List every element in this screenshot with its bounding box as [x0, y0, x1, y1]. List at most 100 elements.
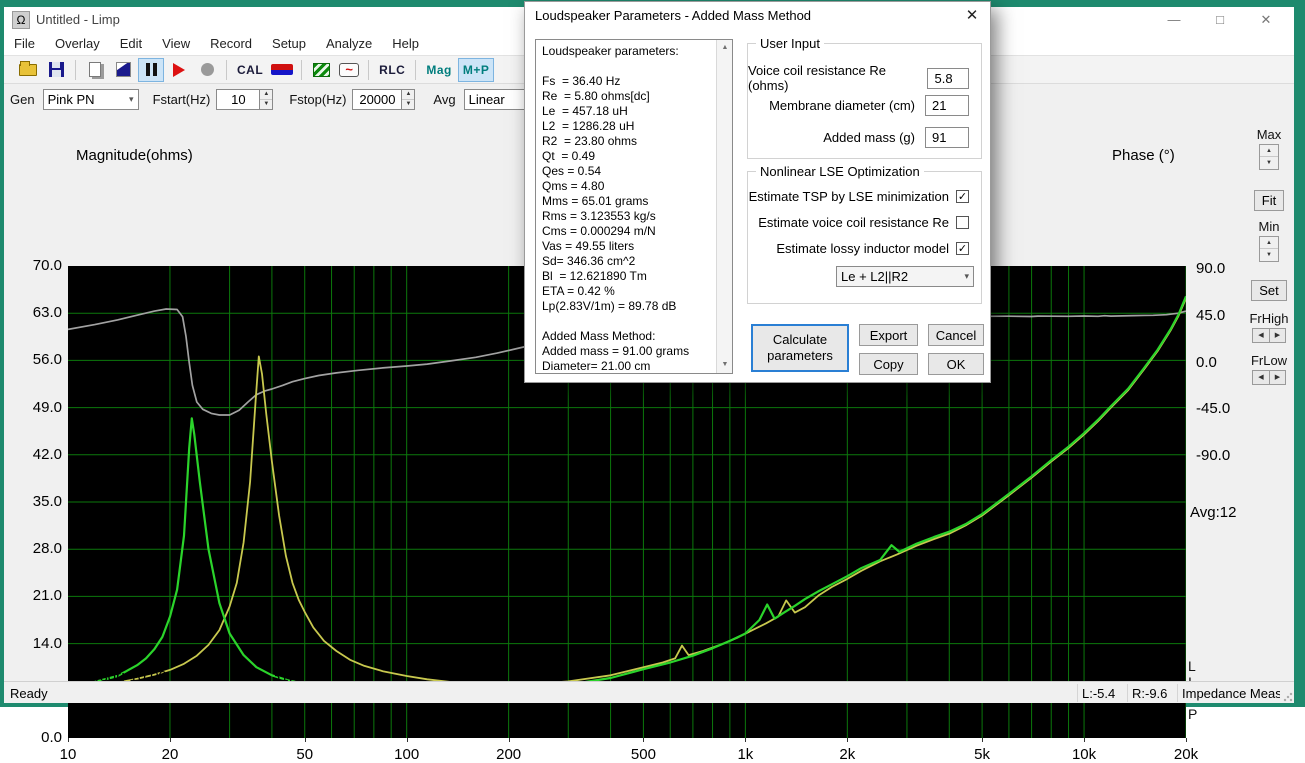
copy-button-dialog[interactable]: Copy [859, 353, 918, 375]
overlay-button[interactable] [110, 58, 136, 82]
calibrate-button[interactable]: CAL [233, 58, 267, 82]
rlc-button[interactable]: RLC [375, 58, 409, 82]
ok-button[interactable]: OK [928, 353, 984, 375]
magnitude-axis-title: Magnitude(ohms) [76, 147, 193, 164]
user-input-legend: User Input [756, 36, 824, 51]
avg-readout: Avg:12 [1190, 504, 1236, 521]
fstart-stepper[interactable]: ▲▼ [260, 89, 273, 110]
x-tickmark [745, 738, 746, 742]
menu-item-file[interactable]: File [4, 33, 45, 55]
frhigh-label: FrHigh [1249, 311, 1288, 326]
record-button[interactable] [194, 58, 220, 82]
maximize-button[interactable]: □ [1198, 7, 1242, 33]
magnitude-tick: 35.0 [16, 493, 62, 510]
pause-icon [146, 63, 157, 76]
right-arrow-icon[interactable]: ▶ [1269, 370, 1286, 385]
dialog-title-bar[interactable]: Loudspeaker Parameters - Added Mass Meth… [525, 2, 990, 29]
left-arrow-icon[interactable]: ◀ [1252, 370, 1269, 385]
chevron-down-icon: ▾ [964, 271, 969, 282]
menu-item-overlay[interactable]: Overlay [45, 33, 110, 55]
set-button[interactable]: Set [1251, 280, 1287, 301]
dialog-close-button[interactable]: ✕ [962, 6, 982, 26]
menu-item-view[interactable]: View [152, 33, 200, 55]
frequency-tick: 2k [819, 746, 875, 763]
x-tickmark [982, 738, 983, 742]
max-stepper[interactable]: ▲ ▼ [1259, 144, 1279, 170]
save-icon [49, 62, 64, 77]
menu-item-edit[interactable]: Edit [110, 33, 152, 55]
toolbar-separator [75, 60, 76, 80]
color-scale-button[interactable] [269, 58, 295, 82]
down-arrow-icon[interactable]: ▼ [1260, 249, 1278, 261]
export-button[interactable]: Export [859, 324, 918, 346]
re-input[interactable]: 5.8 [927, 68, 969, 89]
toolbar-separator [368, 60, 369, 80]
added-mass-row: Added mass (g) 91 [823, 127, 969, 148]
scroll-down-icon[interactable]: ▼ [717, 357, 733, 373]
frequency-tick: 10 [40, 746, 96, 763]
up-arrow-icon: ▲ [260, 90, 272, 100]
down-arrow-icon: ▼ [260, 100, 272, 109]
record-icon [201, 63, 214, 76]
diameter-label: Membrane diameter (cm) [769, 98, 915, 113]
start-button[interactable] [166, 58, 192, 82]
scrollbar[interactable]: ▲ ▼ [716, 40, 732, 373]
menu-item-analyze[interactable]: Analyze [316, 33, 382, 55]
magnitude-tick: 56.0 [16, 351, 62, 368]
frequency-tick: 5k [954, 746, 1010, 763]
estimate-tsp-checkbox[interactable]: ✓ [956, 190, 969, 203]
estimate-inductor-row: Estimate lossy inductor model ✓ [776, 241, 969, 256]
overlay-icon [116, 62, 131, 77]
open-button[interactable] [15, 58, 41, 82]
up-arrow-icon[interactable]: ▲ [1260, 145, 1278, 157]
frequency-tick: 10k [1056, 746, 1112, 763]
dialog-title: Loudspeaker Parameters - Added Mass Meth… [535, 8, 811, 23]
fit-button[interactable]: Fit [1254, 190, 1284, 211]
estimate-re-checkbox[interactable] [956, 216, 969, 229]
phase-tick: 90.0 [1196, 260, 1246, 277]
right-arrow-icon[interactable]: ▶ [1269, 328, 1286, 343]
fstop-input[interactable]: 20000 [352, 89, 402, 110]
added-mass-input[interactable]: 91 [925, 127, 969, 148]
cancel-button[interactable]: Cancel [928, 324, 984, 346]
down-arrow-icon[interactable]: ▼ [1260, 157, 1278, 169]
diameter-input[interactable]: 21 [925, 95, 969, 116]
inductor-model-select[interactable]: Le + L2||R2 ▾ [836, 266, 974, 287]
estimate-inductor-checkbox[interactable]: ✓ [956, 242, 969, 255]
left-arrow-icon[interactable]: ◀ [1252, 328, 1269, 343]
mag-phase-view-button[interactable]: M+P [458, 58, 495, 82]
resize-grip[interactable] [1283, 692, 1293, 702]
fstop-stepper[interactable]: ▲▼ [402, 89, 415, 110]
frlow-stepper[interactable]: ◀ ▶ [1252, 370, 1286, 385]
mag-view-button[interactable]: Mag [422, 58, 456, 82]
re-label: Voice coil resistance Re (ohms) [748, 63, 917, 93]
generator-type-select[interactable]: Pink PN ▾ [43, 89, 139, 110]
magnitude-tick: 63.0 [16, 304, 62, 321]
generator-type-value: Pink PN [48, 92, 95, 107]
save-button[interactable] [43, 58, 69, 82]
generator-button[interactable]: ~ [336, 58, 362, 82]
scroll-up-icon[interactable]: ▲ [717, 40, 733, 56]
close-button[interactable]: ✕ [1244, 7, 1288, 33]
phase-axis-title: Phase (°) [1112, 147, 1175, 164]
min-stepper[interactable]: ▲ ▼ [1259, 236, 1279, 262]
calculate-parameters-button[interactable]: Calculate parameters [751, 324, 849, 372]
scale-controls: Max ▲ ▼ Fit Min ▲ ▼ Set FrHigh ◀ ▶ FrLow… [1246, 127, 1292, 385]
menu-item-record[interactable]: Record [200, 33, 262, 55]
fstart-input[interactable]: 10 [216, 89, 260, 110]
minimize-button[interactable]: — [1152, 7, 1196, 33]
chevron-down-icon: ▾ [129, 94, 134, 105]
x-tickmark [1186, 738, 1187, 742]
copy-button[interactable] [82, 58, 108, 82]
frhigh-stepper[interactable]: ◀ ▶ [1252, 328, 1286, 343]
parameters-text: Loudspeaker parameters: Fs = 36.40 Hz Re… [542, 44, 712, 371]
spectrum-button[interactable] [308, 58, 334, 82]
parameters-textbox[interactable]: Loudspeaker parameters: Fs = 36.40 Hz Re… [535, 39, 733, 374]
menu-item-setup[interactable]: Setup [262, 33, 316, 55]
pause-button[interactable] [138, 58, 164, 82]
up-arrow-icon[interactable]: ▲ [1260, 237, 1278, 249]
frequency-tick: 20k [1158, 746, 1214, 763]
phase-tick: -45.0 [1196, 400, 1246, 417]
menu-item-help[interactable]: Help [382, 33, 429, 55]
diameter-row: Membrane diameter (cm) 21 [769, 95, 969, 116]
